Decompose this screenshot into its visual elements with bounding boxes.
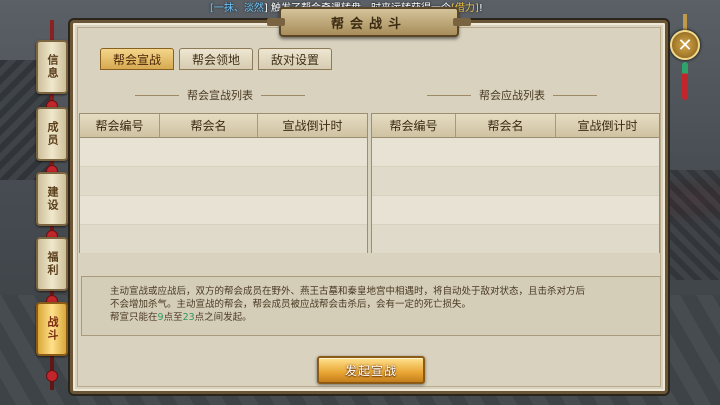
window-title: 帮会战斗: [330, 16, 407, 32]
table-row: [80, 196, 367, 225]
column-header-guild-id: 帮会编号: [372, 114, 456, 137]
notes-text: 帮宣只能在: [110, 312, 158, 323]
notes-text: 点之间发起。: [194, 312, 252, 323]
guild-battle-panel: 帮会战斗 帮会宣战 帮会领地 敌对设置 帮会宣战列表 帮会应战列表 帮会编号 帮…: [70, 7, 668, 394]
declare-list-title: 帮会宣战列表: [187, 89, 253, 102]
table-header: 帮会编号 帮会名 宣战倒计时: [372, 114, 659, 138]
heading-line: [135, 94, 179, 96]
table-row: [80, 138, 367, 167]
heading-line: [553, 94, 597, 96]
close-tassel: [682, 62, 688, 100]
table-row: [372, 196, 659, 225]
column-header-countdown: 宣战倒计时: [282, 119, 343, 133]
side-tab-welfare[interactable]: 福利: [36, 237, 68, 291]
marquee-player-link[interactable]: 淡然: [244, 3, 264, 14]
title-plate: 帮会战斗: [267, 7, 471, 37]
column-header-guild-id: 帮会编号: [80, 114, 160, 137]
declare-war-table[interactable]: 帮会编号 帮会名 宣战倒计时: [79, 113, 368, 254]
table-row: [372, 167, 659, 196]
table-row: [80, 225, 367, 254]
table-row: [372, 225, 659, 254]
declare-list-heading: 帮会宣战列表: [135, 87, 305, 103]
respond-list-title: 帮会应战列表: [479, 89, 545, 102]
tab-territory[interactable]: 帮会领地: [179, 48, 253, 70]
column-header-guild-name: 帮会名: [456, 114, 556, 137]
rules-notes: 主动宣战或应战后，双方的帮会成员在野外、燕王古墓和秦皇地宫中相遇时，将自动处于敌…: [81, 276, 661, 336]
side-tab-build[interactable]: 建设: [36, 172, 68, 226]
column-header-countdown: 宣战倒计时: [577, 119, 638, 133]
side-tab-members[interactable]: 成员: [36, 107, 68, 161]
side-tab-battle[interactable]: 战斗: [36, 302, 68, 356]
notes-text: 点至: [163, 312, 183, 323]
tab-declare-war[interactable]: 帮会宣战: [100, 48, 174, 70]
close-x-icon: ✕: [677, 34, 693, 56]
notes-line: 不会增加杀气。主动宣战的帮会，帮会成员被应战帮会击杀后，会有一定的死亡损失。: [110, 299, 472, 310]
column-header-guild-name: 帮会名: [160, 114, 258, 137]
table-header: 帮会编号 帮会名 宣战倒计时: [80, 114, 367, 138]
launch-war-button[interactable]: 发起宣战: [317, 356, 425, 384]
notes-line: 帮宣只能在9点至23点之间发起。: [110, 311, 648, 324]
background-roof: [660, 170, 720, 280]
side-tab-info[interactable]: 信息: [36, 40, 68, 94]
marquee-prefix: [一抹、: [210, 3, 244, 14]
tab-enemy-settings[interactable]: 敌对设置: [258, 48, 332, 70]
heading-line: [261, 94, 305, 96]
side-bead: [46, 370, 58, 382]
table-row: [80, 167, 367, 196]
close-button[interactable]: ✕: [670, 30, 700, 60]
notes-end-hour: 23: [182, 312, 195, 323]
marquee-suffix: !: [478, 3, 483, 14]
table-row: [372, 138, 659, 167]
notes-line: 主动宣战或应战后，双方的帮会成员在野外、燕王古墓和秦皇地宫中相遇时，将自动处于敌…: [110, 286, 586, 297]
heading-line: [427, 94, 471, 96]
respond-list-heading: 帮会应战列表: [427, 87, 597, 103]
respond-war-table[interactable]: 帮会编号 帮会名 宣战倒计时: [371, 113, 660, 254]
